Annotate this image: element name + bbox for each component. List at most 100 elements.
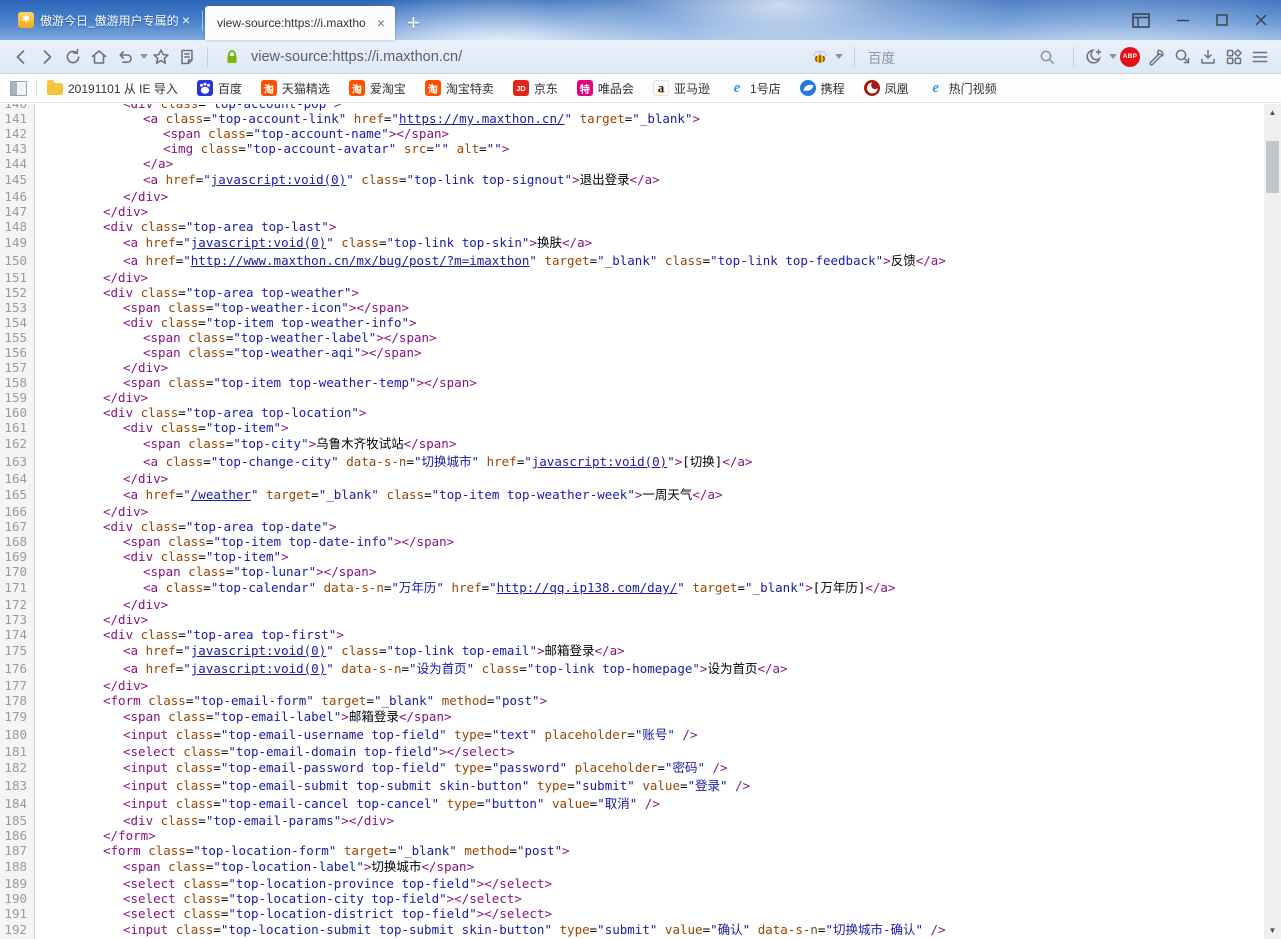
bookmark-folder[interactable]: 20191101 从 IE 导入: [47, 80, 178, 97]
line-number: 148: [0, 219, 35, 234]
adblock-badge[interactable]: ABP: [1117, 44, 1143, 70]
bookmark-item[interactable]: 淘爱淘宝: [349, 80, 406, 97]
bookmark-item[interactable]: 携程: [800, 80, 845, 97]
bookmark-label: 1号店: [750, 80, 781, 97]
jd-icon: JD: [513, 80, 529, 96]
code-line: 153<span class="top-weather-icon"></span…: [0, 300, 1281, 315]
bee-dropdown-caret[interactable]: [835, 54, 843, 59]
line-number: 174: [0, 627, 35, 642]
tab-title: 傲游今日_傲游用户专属的网: [40, 12, 178, 29]
wrench-icon[interactable]: [1143, 44, 1169, 70]
new-tab-button[interactable]: +: [407, 6, 420, 40]
tab-close-icon[interactable]: ×: [373, 15, 389, 31]
star-icon[interactable]: [148, 44, 174, 70]
line-content: <input class="top-email-cancel top-cance…: [35, 795, 660, 813]
code-line: 148<div class="top-area top-last">: [0, 219, 1281, 234]
bookmark-item[interactable]: 淘天猫精选: [261, 80, 330, 97]
menu-icon[interactable]: [1247, 44, 1273, 70]
sniffer-icon[interactable]: [1169, 44, 1195, 70]
line-content: <select class="top-location-city top-fie…: [35, 891, 522, 906]
taobao-icon: 淘: [425, 80, 441, 96]
undo-dropdown-caret[interactable]: [140, 54, 148, 59]
bookmarks-panel-icon[interactable]: [10, 81, 27, 96]
line-content: <div class="top-item top-weather-info">: [35, 315, 417, 330]
adblock-label: ABP: [1120, 47, 1140, 67]
bee-icon[interactable]: [807, 44, 833, 70]
line-number: 152: [0, 285, 35, 300]
tab-maxthon-today[interactable]: ✱ 傲游今日_傲游用户专属的网 ×: [14, 0, 200, 40]
scroll-up-button[interactable]: ▲: [1264, 104, 1281, 121]
bookmark-item[interactable]: a亚马逊: [653, 80, 710, 97]
line-number: 175: [0, 642, 35, 660]
code-line: 158<span class="top-item top-weather-tem…: [0, 375, 1281, 390]
bookmark-item[interactable]: 淘淘宝特卖: [425, 80, 494, 97]
line-content: <span class="top-city">乌鲁木齐牧试站</span>: [35, 435, 456, 453]
taobao-icon: 淘: [349, 80, 365, 96]
lock-icon: [219, 44, 245, 70]
code-line: 184<input class="top-email-cancel top-ca…: [0, 795, 1281, 813]
line-content: </div>: [35, 678, 148, 693]
forward-icon[interactable]: [34, 44, 60, 70]
page-content: 140<div class="top-account-pop">141<a cl…: [0, 104, 1281, 939]
line-number: 188: [0, 858, 35, 876]
download-icon[interactable]: [1195, 44, 1221, 70]
line-content: </div>: [35, 612, 148, 627]
home-icon[interactable]: [86, 44, 112, 70]
minimize-button[interactable]: [1177, 14, 1189, 26]
code-line: 190<select class="top-location-city top-…: [0, 891, 1281, 906]
code-line: 186</form>: [0, 828, 1281, 843]
maximize-button[interactable]: [1216, 14, 1228, 26]
line-number: 158: [0, 375, 35, 390]
refresh-icon[interactable]: [60, 44, 86, 70]
scrollbar[interactable]: ▲ ▼: [1264, 104, 1281, 939]
night-mode-caret[interactable]: [1109, 54, 1117, 59]
note-icon[interactable]: [174, 44, 200, 70]
line-number: 151: [0, 270, 35, 285]
apps-grid-icon[interactable]: [1221, 44, 1247, 70]
line-content: <div class="top-email-params"></div>: [35, 813, 394, 828]
bookmark-label: 京东: [534, 80, 558, 97]
code-line: 167<div class="top-area top-date">: [0, 519, 1281, 534]
bookmark-item[interactable]: 凤凰: [864, 80, 909, 97]
bookmark-item[interactable]: 特唯品会: [577, 80, 634, 97]
address-bar[interactable]: view-source:https://i.maxthon.cn/: [215, 43, 847, 71]
search-input[interactable]: 百度: [862, 43, 1066, 71]
search-icon[interactable]: [1034, 44, 1060, 70]
night-mode-icon[interactable]: [1081, 44, 1107, 70]
bookmark-item[interactable]: e热门视频: [928, 80, 997, 97]
code-line: 173</div>: [0, 612, 1281, 627]
bookmark-item[interactable]: e1号店: [729, 80, 781, 97]
scroll-down-button[interactable]: ▼: [1264, 922, 1281, 939]
back-icon[interactable]: [8, 44, 34, 70]
line-number: 155: [0, 330, 35, 345]
line-number: 162: [0, 435, 35, 453]
scrollbar-thumb[interactable]: [1266, 141, 1279, 193]
bookmark-item[interactable]: JD 京东: [513, 80, 558, 97]
baidu-paw-icon: [197, 80, 213, 96]
line-content: <div class="top-area top-last">: [35, 219, 336, 234]
line-content: </div>: [35, 204, 148, 219]
line-content: <a href="javascript:void(0)" class="top-…: [35, 642, 625, 660]
line-content: <div class="top-area top-weather">: [35, 285, 359, 300]
line-number: 164: [0, 471, 35, 486]
line-number: 179: [0, 708, 35, 726]
line-number: 168: [0, 534, 35, 549]
tab-bar: ✱ 傲游今日_傲游用户专属的网 × view-source:https://i.…: [0, 0, 1281, 40]
line-number: 142: [0, 126, 35, 141]
code-line: 147</div>: [0, 204, 1281, 219]
close-button[interactable]: [1255, 14, 1267, 26]
undo-icon[interactable]: [112, 44, 138, 70]
line-number: 165: [0, 486, 35, 504]
tab-close-icon[interactable]: ×: [178, 12, 194, 28]
tab-view-source[interactable]: view-source:https://i.maxtho ×: [205, 6, 395, 40]
line-number: 171: [0, 579, 35, 597]
bookmark-label: 唯品会: [598, 80, 634, 97]
line-number: 149: [0, 234, 35, 252]
line-number: 141: [0, 111, 35, 126]
line-content: <select class="top-email-domain top-fiel…: [35, 744, 514, 759]
bookmark-item[interactable]: 百度: [197, 80, 242, 97]
code-line: 142<span class="top-account-name"></span…: [0, 126, 1281, 141]
line-number: 172: [0, 597, 35, 612]
layout-sidebar-icon[interactable]: [1132, 13, 1150, 28]
line-number: 160: [0, 405, 35, 420]
